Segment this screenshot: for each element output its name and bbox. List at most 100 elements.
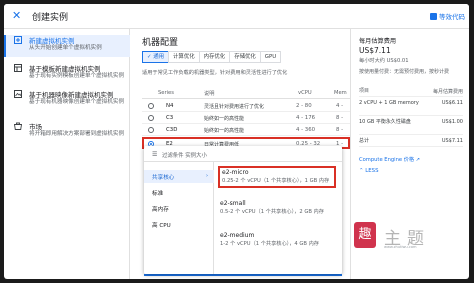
tab-gpu[interactable]: GPU — [259, 51, 282, 63]
page-title: 创建实例 — [32, 13, 69, 23]
estimate-col-cost: 每月估算费用 — [432, 89, 463, 95]
estimate-table-row: 10 GB 平衡永久性磁盘 US$1.00 — [359, 117, 463, 135]
series-desc: 灵活且针对费用进行了优化 — [204, 104, 265, 110]
sidebar-item-subtitle: 基于现有实例模板创建单个虚拟机实例 — [29, 73, 125, 79]
option-e2-medium[interactable]: e2-medium 1-2 个 vCPU（1 个共享核心），4 GB 内存 — [220, 232, 336, 248]
tab-general-purpose[interactable]: ✓ 通用 — [142, 51, 170, 63]
category-label: 共享核心 — [152, 175, 175, 181]
series-desc: 始终如一的高性能 — [204, 128, 245, 134]
radio-button[interactable] — [148, 127, 154, 133]
sidebar-item-subtitle: 从头开始创建单个虚拟机实例 — [29, 45, 102, 51]
machine-config-panel: 机器配置 ✓ 通用 计算优化 内存优化 存储优化 GPU 适用于常见工作负载的机… — [130, 29, 350, 279]
col-series: Series — [158, 90, 174, 96]
table-row[interactable]: C3 始终如一的高性能 4 - 176 8 - — [142, 113, 350, 124]
chevron-up-icon: ⌃ — [359, 168, 364, 174]
estimate-note: 按使用量付费：无需预付费用，按秒计费 — [359, 69, 450, 75]
estimate-cost: US$7.11 — [441, 138, 463, 144]
compute-engine-pricing-link[interactable]: Compute Engine 价格 ↗ — [359, 156, 420, 163]
image-icon — [14, 90, 22, 98]
sidebar-item-from-machine-image[interactable]: 基于机器映像新建虚拟机实例 基于现有机器映像创建单个虚拟机实例 — [4, 89, 130, 119]
estimate-cost: US$1.00 — [441, 119, 463, 125]
option-name: e2-medium — [220, 232, 255, 239]
radio-button[interactable] — [148, 103, 154, 109]
series-memory: 4 - — [336, 103, 344, 109]
estimate-item: 总计 — [359, 138, 370, 144]
estimate-title: 每月估算费用 — [359, 38, 397, 45]
equivalent-code-button[interactable]: 等效代码 — [430, 11, 465, 21]
category-high-mem[interactable]: 高内存 — [144, 202, 214, 215]
category-standard[interactable]: 标准 — [144, 186, 214, 199]
create-instance-window: ✕ 创建实例 等效代码 新建虚拟机实例 从头开始创建单个虚拟机实例 基于模板新建… — [4, 4, 469, 279]
series-name: C3D — [166, 127, 178, 133]
sidebar-item-from-template[interactable]: 基于模板新建虚拟机实例 基于现有实例模板创建单个虚拟机实例 — [4, 63, 130, 85]
filter-input[interactable]: 过滤条件 实例大小 — [162, 151, 207, 159]
col-vcpu: vCPU — [298, 90, 312, 96]
filter-row[interactable]: ☰ 过滤条件 实例大小 — [144, 146, 342, 162]
option-desc: 0.5-2 个 vCPU（1 个共享核心），2 GB 内存 — [220, 209, 324, 215]
col-description: 说明 — [204, 91, 215, 97]
watermark-url: www.zhutiwu.com — [384, 245, 417, 249]
external-link-icon: ↗ — [415, 157, 421, 163]
estimate-item: 10 GB 平衡永久性磁盘 — [359, 119, 411, 125]
category-label: 标准 — [152, 191, 164, 197]
col-memory: Mem — [334, 90, 347, 96]
create-options-sidebar: 新建虚拟机实例 从头开始创建单个虚拟机实例 基于模板新建虚拟机实例 基于现有实例… — [4, 29, 130, 279]
tab-storage-optimized[interactable]: 存储优化 — [229, 51, 261, 63]
radio-button[interactable] — [148, 115, 154, 121]
category-label: 高内存 — [152, 207, 169, 213]
code-icon — [430, 13, 437, 20]
add-box-icon — [14, 36, 22, 44]
filter-icon: ☰ — [152, 151, 158, 158]
category-label: 高 CPU — [152, 223, 171, 229]
option-desc: 1-2 个 vCPU（1 个共享核心），4 GB 内存 — [220, 241, 319, 247]
machine-type-dropdown: ☰ 过滤条件 实例大小 共享核心 › 标准 高内存 高 CPU e2-micro … — [144, 146, 342, 274]
option-name: e2-micro — [222, 169, 249, 176]
sidebar-item-new-vm[interactable]: 新建虚拟机实例 从头开始创建单个虚拟机实例 — [4, 35, 130, 57]
machine-family-tabs: ✓ 通用 计算优化 内存优化 存储优化 GPU — [142, 51, 282, 63]
close-icon[interactable]: ✕ — [12, 9, 21, 22]
option-e2-micro[interactable]: e2-micro 0.25-2 个 vCPU（1 个共享核心），1 GB 内存 — [218, 166, 336, 188]
family-description: 适用于常见工作负载的机器类型，针对费用和灵活性进行了优化 — [142, 70, 288, 76]
category-shared-core[interactable]: 共享核心 › — [144, 170, 214, 183]
estimate-table-row: 2 vCPU + 1 GB memory US$6.11 — [359, 98, 463, 116]
option-e2-small[interactable]: e2-small 0.5-2 个 vCPU（1 个共享核心），2 GB 内存 — [220, 200, 336, 216]
series-name: N4 — [166, 103, 174, 109]
site-watermark: 趣 主题 www.zhutiwu.com — [354, 222, 464, 252]
less-toggle[interactable]: ⌃ LESS — [359, 168, 379, 174]
sidebar-item-subtitle: 将开箱即用解决方案部署到虚拟机实例 — [29, 131, 125, 137]
equivalent-code-label: 等效代码 — [439, 13, 465, 21]
top-bar: ✕ 创建实例 等效代码 — [4, 4, 469, 29]
estimate-price: US$7.11 — [359, 46, 391, 55]
estimate-hourly: 每小时大约 US$0.01 — [359, 58, 409, 64]
series-name: C3 — [166, 115, 174, 121]
sidebar-item-subtitle: 基于现有机器映像创建单个虚拟机实例 — [29, 99, 125, 105]
option-desc: 0.25-2 个 vCPU（1 个共享核心），1 GB 内存 — [222, 178, 330, 184]
series-vcpu: 4 - 360 — [296, 127, 316, 133]
table-row[interactable]: C3D 始终如一的高性能 4 - 360 8 - — [142, 125, 350, 136]
series-vcpu: 2 - 80 — [296, 103, 312, 109]
estimate-cost: US$6.11 — [441, 100, 463, 106]
option-name: e2-small — [220, 200, 246, 207]
table-row[interactable]: N4 灵活且针对费用进行了优化 2 - 80 4 - — [142, 101, 350, 112]
estimate-table-row: 总计 US$7.11 — [359, 136, 463, 147]
category-high-cpu[interactable]: 高 CPU — [144, 218, 214, 231]
series-memory: 8 - — [336, 115, 344, 121]
tab-memory-optimized[interactable]: 内存优化 — [198, 51, 231, 63]
category-list: 共享核心 › 标准 高内存 高 CPU — [144, 162, 214, 274]
sidebar-item-marketplace[interactable]: 市场 将开箱即用解决方案部署到虚拟机实例 — [4, 121, 130, 151]
table-header: Series 说明 vCPU Mem — [142, 89, 350, 99]
watermark-logo-icon: 趣 — [354, 222, 376, 248]
link-label: Compute Engine 价格 — [359, 157, 415, 163]
template-icon — [14, 64, 22, 72]
marketplace-icon — [14, 122, 22, 130]
tab-compute-optimized[interactable]: 计算优化 — [168, 51, 200, 63]
chevron-right-icon: › — [206, 173, 208, 179]
series-vcpu: 4 - 176 — [296, 115, 316, 121]
series-memory: 8 - — [336, 127, 344, 133]
tab-label: 通用 — [153, 54, 165, 60]
estimate-col-item: 项目 — [359, 88, 370, 94]
section-title: 机器配置 — [142, 38, 179, 48]
estimate-item: 2 vCPU + 1 GB memory — [359, 100, 419, 106]
machine-type-options: e2-micro 0.25-2 个 vCPU（1 个共享核心），1 GB 内存 … — [214, 162, 342, 274]
less-label: LESS — [365, 168, 379, 174]
